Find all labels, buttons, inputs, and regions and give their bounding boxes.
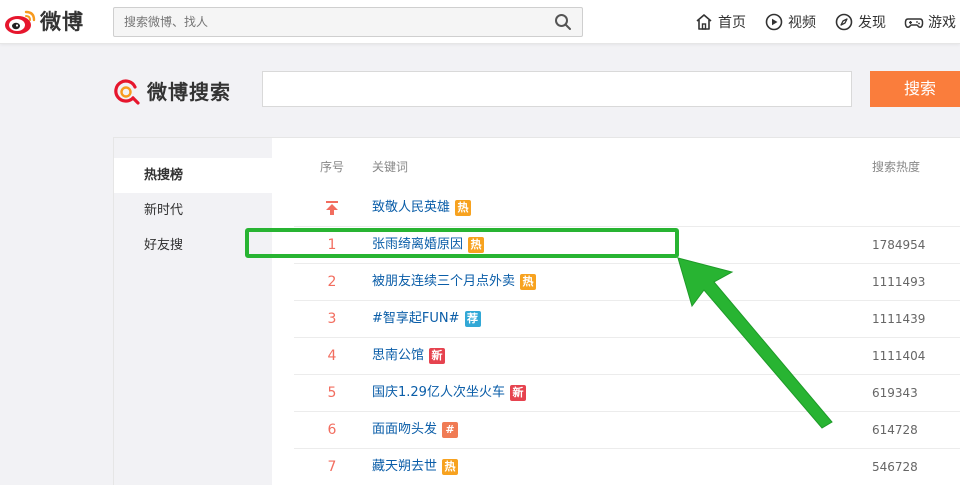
nav-video[interactable]: 视频 — [764, 12, 816, 32]
keyword-link[interactable]: 国庆1.29亿人次坐火车新 — [372, 375, 526, 411]
table-row: 6 面面吻头发 #614728 — [294, 412, 960, 449]
keyword-link[interactable]: 藏天朔去世热 — [372, 449, 459, 485]
keyword-text: 国庆1.29亿人次坐火车 — [372, 385, 505, 400]
video-icon — [765, 13, 783, 31]
nav-discover[interactable]: 发现 — [834, 12, 886, 32]
table-row: 2 被朋友连续三个月点外卖热 1111493 — [294, 264, 960, 301]
top-search-input[interactable] — [114, 8, 534, 36]
status-badge: 荐 — [464, 311, 481, 327]
nav-games-label: 游戏 — [928, 15, 956, 31]
table-row: 致敬人民英雄热 — [294, 190, 960, 227]
pin-top-icon — [326, 201, 338, 215]
nav-home[interactable]: 首页 — [694, 12, 746, 32]
search-page-title: 微博搜索 — [147, 80, 231, 104]
keyword-text: 思南公馆 — [372, 348, 425, 363]
rank-number: 5 — [327, 385, 337, 401]
keyword-link[interactable]: 致敬人民英雄热 — [372, 190, 472, 226]
search-button[interactable]: 搜索 — [870, 71, 960, 107]
rank-number: 7 — [327, 459, 337, 475]
keyword-text: 被朋友连续三个月点外卖 — [372, 274, 516, 289]
nav-discover-label: 发现 — [858, 15, 886, 31]
brand-name: 微博 — [40, 10, 84, 34]
rank-number: 1 — [327, 237, 337, 253]
hot-search-panel: 热搜榜 新时代 好友搜 序号 关键词 搜索热度 致敬人民英雄热 1 张雨绮离婚原因热… — [113, 137, 960, 485]
sidebar: 热搜榜 新时代 好友搜 — [114, 138, 273, 485]
status-badge: 新 — [509, 385, 526, 401]
main-search-box — [262, 71, 852, 107]
weibo-eye-icon — [5, 10, 36, 34]
keyword-link[interactable]: #智享起FUN# 荐 — [372, 301, 481, 337]
weibo-logo[interactable]: 微博 — [4, 5, 84, 37]
nav-home-label: 首页 — [718, 15, 746, 31]
search-icon[interactable] — [554, 13, 572, 31]
sidebar-item-friends[interactable]: 好友搜 — [114, 228, 272, 263]
heat-value: 614728 — [872, 423, 918, 437]
header-heat: 搜索热度 — [872, 160, 921, 174]
table-row: 4 思南公馆新 1111404 — [294, 338, 960, 375]
heat-value: 619343 — [872, 386, 918, 400]
search-logo-icon — [114, 78, 140, 105]
keyword-text: 藏天朔去世 — [372, 459, 438, 474]
nav-video-label: 视频 — [788, 15, 816, 31]
heat-value: 1784954 — [872, 238, 926, 252]
rank-number: 6 — [327, 422, 337, 438]
keyword-text: 张雨绮离婚原因 — [372, 237, 464, 252]
gamepad-icon — [904, 18, 924, 28]
status-badge: 新 — [429, 348, 446, 364]
keyword-text: 致敬人民英雄 — [372, 200, 451, 215]
main-search-input[interactable] — [263, 72, 851, 106]
header-rank: 序号 — [320, 160, 345, 174]
rank-number: 2 — [327, 274, 337, 290]
status-badge: 热 — [468, 237, 485, 253]
nav-games[interactable]: 游戏 — [904, 12, 956, 32]
top-search-box — [113, 7, 583, 37]
keyword-link[interactable]: 思南公馆新 — [372, 338, 446, 374]
rank-number: 4 — [327, 348, 337, 364]
table-row: 3 #智享起FUN# 荐 1111439 — [294, 301, 960, 338]
heat-value: 1111493 — [872, 275, 926, 289]
sidebar-item-hot-list[interactable]: 热搜榜 — [114, 158, 273, 193]
keyword-text: #智享起FUN# — [372, 311, 460, 326]
heat-value: 1111439 — [872, 312, 926, 326]
weibo-search-logo: 微博搜索 — [113, 76, 231, 105]
heat-value: 546728 — [872, 460, 918, 474]
status-badge: 热 — [520, 274, 537, 290]
status-badge: 热 — [455, 200, 472, 216]
table-row: 7 藏天朔去世热 546728 — [294, 449, 960, 485]
keyword-link[interactable]: 面面吻头发 # — [372, 412, 459, 448]
top-navigation-bar: 微博 首页 视频 发现 — [0, 0, 960, 44]
header-keyword: 关键词 — [372, 160, 409, 174]
compass-icon — [835, 13, 853, 31]
home-icon — [696, 14, 712, 30]
top-nav: 首页 视频 发现 游戏 — [694, 0, 960, 44]
status-badge: 热 — [442, 459, 459, 475]
table-row: 5 国庆1.29亿人次坐火车新 619343 — [294, 375, 960, 412]
table-row: 1 张雨绮离婚原因热 1784954 — [294, 227, 960, 264]
sidebar-item-new-era[interactable]: 新时代 — [114, 193, 272, 228]
status-badge: # — [442, 422, 459, 438]
keyword-link[interactable]: 张雨绮离婚原因热 — [372, 227, 485, 263]
keyword-link[interactable]: 被朋友连续三个月点外卖热 — [372, 264, 537, 300]
heat-value: 1111404 — [872, 349, 926, 363]
rank-number: 3 — [327, 311, 337, 327]
keyword-text: 面面吻头发 — [372, 422, 438, 437]
